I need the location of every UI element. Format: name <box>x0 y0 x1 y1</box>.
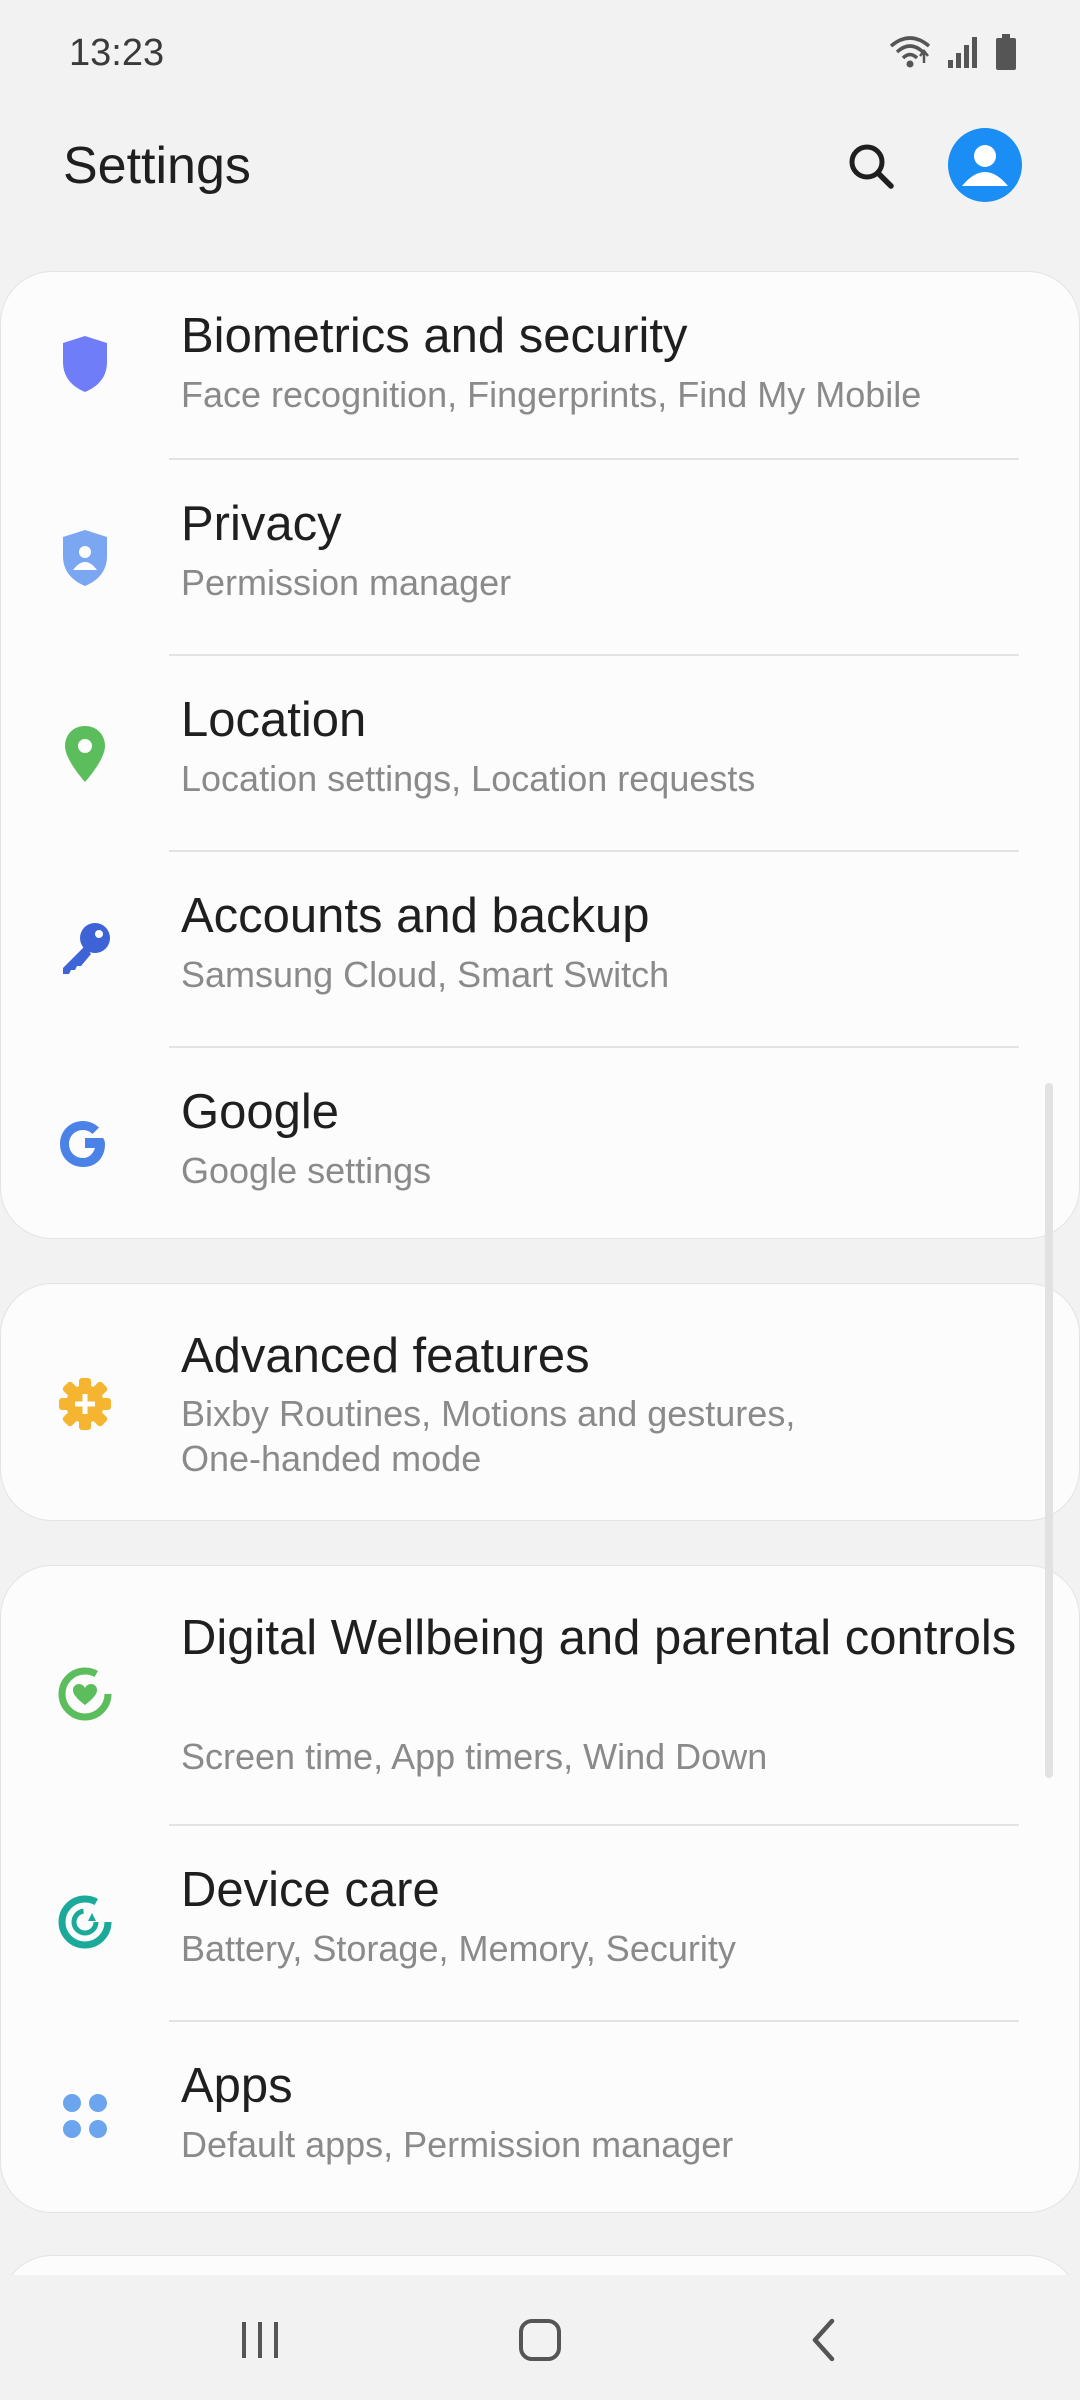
item-subtitle: Face recognition, Fingerprints, Find My … <box>181 374 922 415</box>
item-title: Advanced features <box>181 1329 590 1383</box>
settings-item-accounts-and-backup[interactable]: Accounts and backup Samsung Cloud, Smart… <box>1 852 1080 1046</box>
settings-item-device-care[interactable]: Device care Battery, Storage, Memory, Se… <box>1 1826 1080 2020</box>
back-button[interactable] <box>778 2305 868 2375</box>
search-icon <box>849 144 894 189</box>
google-icon <box>53 1112 117 1176</box>
search-button[interactable] <box>840 135 902 197</box>
item-subtitle: Bixby Routines, Motions and gestures, On… <box>181 1393 796 1479</box>
settings-item-google[interactable]: Google Google settings <box>1 1048 1080 1240</box>
settings-group-advanced: Advanced features Bixby Routines, Motion… <box>0 1283 1080 1521</box>
status-bar: 13:23 <box>0 0 1080 110</box>
advanced-gear-plus-icon <box>53 1372 117 1436</box>
settings-item-biometrics-and-security[interactable]: Biometrics and security Face recognition… <box>1 272 1080 457</box>
settings-item-location[interactable]: Location Location settings, Location req… <box>1 656 1080 850</box>
profile-avatar-button[interactable] <box>948 128 1022 202</box>
privacy-shield-icon <box>53 526 117 590</box>
item-subtitle: Battery, Storage, Memory, Security <box>181 1928 736 1969</box>
key-icon <box>53 916 117 980</box>
header: Settings <box>0 110 1080 270</box>
settings-item-privacy[interactable]: Privacy Permission manager <box>1 460 1080 654</box>
navigation-bar <box>0 2275 1080 2400</box>
item-title: Biometrics and security <box>181 309 688 363</box>
scrollbar[interactable] <box>1045 1083 1053 1778</box>
device-care-icon <box>53 1890 117 1954</box>
settings-group-device: Digital Wellbeing and parental controls … <box>0 1565 1080 2213</box>
item-subtitle: Google settings <box>181 1150 432 1191</box>
item-title: Accounts and backup <box>181 889 650 943</box>
item-title: Device care <box>181 1863 440 1917</box>
settings-item-apps[interactable]: Apps Default apps, Permission manager <box>1 2022 1080 2214</box>
settings-item-advanced-features[interactable]: Advanced features Bixby Routines, Motion… <box>1 1284 1080 1522</box>
item-title: Apps <box>181 2059 293 2113</box>
location-pin-icon <box>53 722 117 786</box>
item-title: Digital Wellbeing and parental controls <box>181 1611 1017 1665</box>
home-icon <box>519 2319 561 2361</box>
battery-icon <box>996 34 1016 70</box>
item-subtitle: Samsung Cloud, Smart Switch <box>181 954 670 995</box>
settings-item-digital-wellbeing[interactable]: Digital Wellbeing and parental controls … <box>1 1566 1080 1824</box>
apps-grid-icon <box>53 2084 117 2148</box>
wellbeing-heart-icon <box>53 1662 117 1726</box>
item-subtitle: Location settings, Location requests <box>181 758 756 799</box>
item-subtitle: Permission manager <box>181 562 512 603</box>
page-title: Settings <box>63 137 251 195</box>
status-icons <box>888 30 1018 74</box>
recents-icon <box>242 2322 278 2358</box>
item-title: Location <box>181 693 367 747</box>
item-subtitle: Default apps, Permission manager <box>181 2124 734 2165</box>
item-subtitle: Screen time, App timers, Wind Down <box>181 1736 768 1777</box>
item-title: Privacy <box>181 497 342 551</box>
profile-avatar-icon <box>962 145 1008 186</box>
signal-icon <box>948 37 977 68</box>
wifi-icon <box>889 36 931 68</box>
recents-button[interactable] <box>215 2305 305 2375</box>
status-time: 13:23 <box>69 32 165 74</box>
back-icon <box>812 2318 835 2362</box>
settings-group-security: Biometrics and security Face recognition… <box>0 271 1080 1239</box>
item-title: Google <box>181 1085 340 1139</box>
shield-icon <box>53 332 117 396</box>
home-button[interactable] <box>495 2305 585 2375</box>
